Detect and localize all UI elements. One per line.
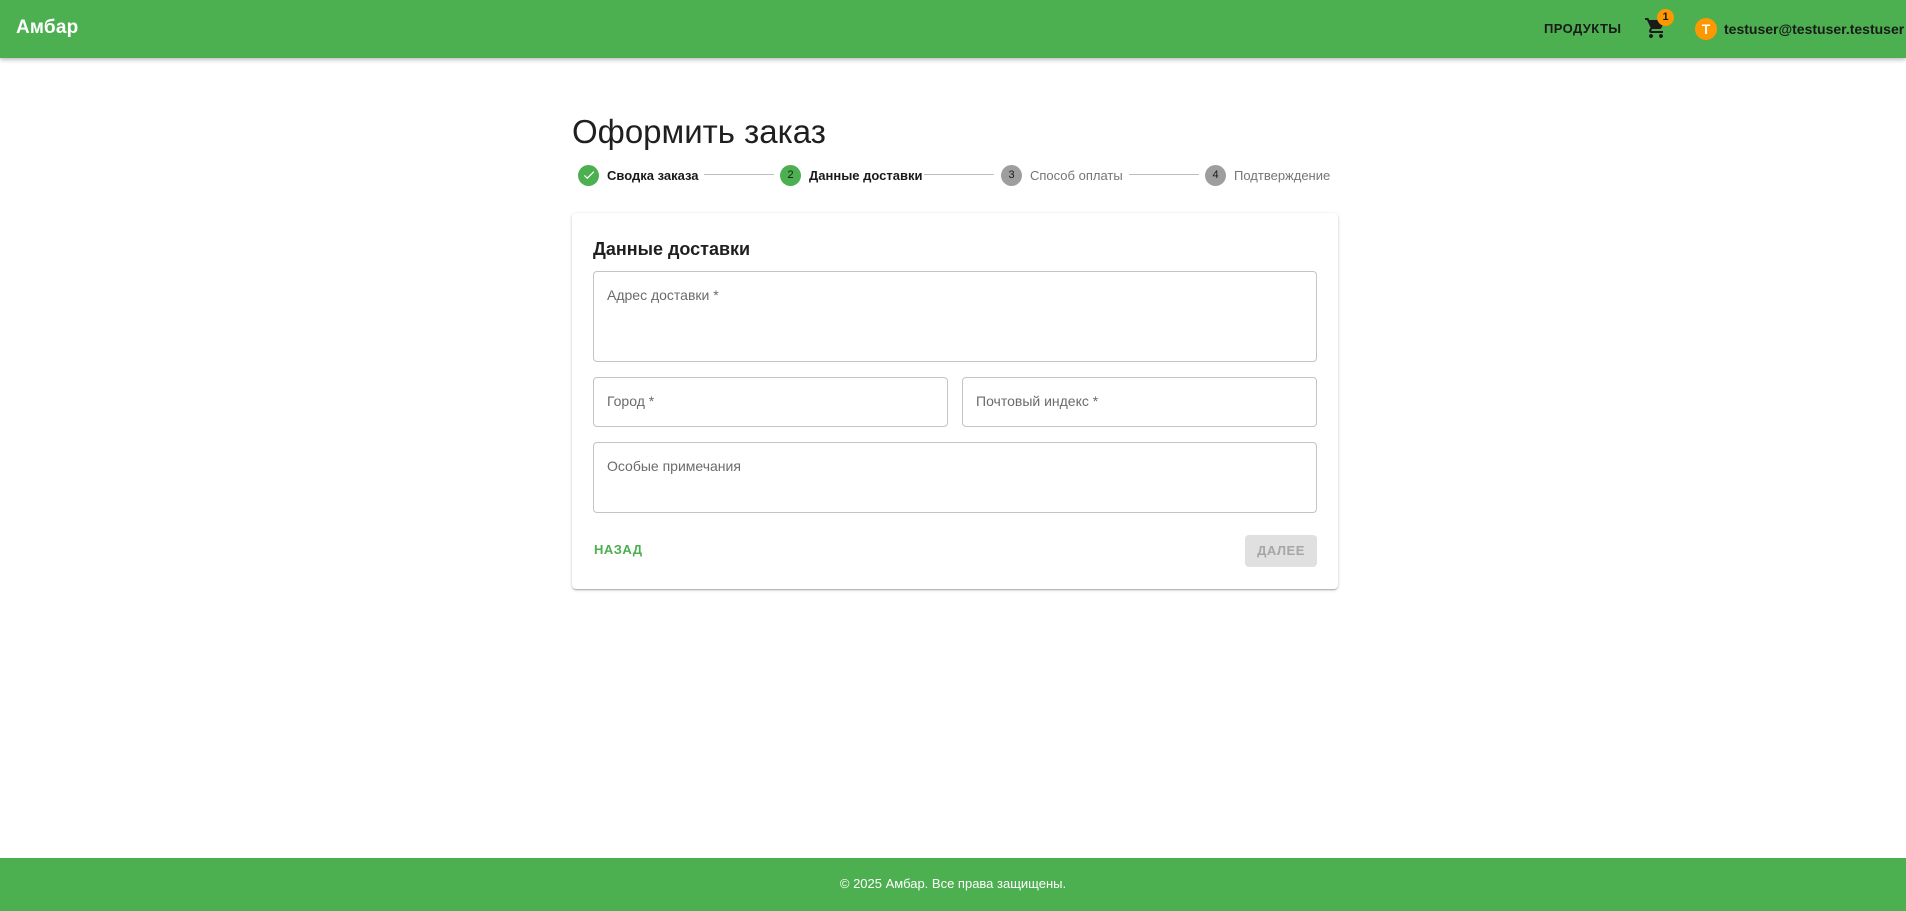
step-confirmation: 4 Подтверждение: [1205, 164, 1330, 186]
user-email: testuser@testuser.testuser: [1724, 21, 1905, 37]
step-number-circle: 4: [1205, 164, 1226, 186]
checkout-stepper: Сводка заказа 2 Данные доставки 3 Способ…: [578, 164, 1332, 186]
city-label: Город *: [607, 393, 655, 409]
check-icon: [583, 171, 594, 180]
footer-copyright: © 2025 Амбар. Все права защищены.: [839, 876, 1067, 891]
avatar: T: [1695, 18, 1717, 40]
user-menu[interactable]: T testuser@testuser.testuser: [1695, 17, 1904, 41]
back-button[interactable]: НАЗАД: [586, 535, 651, 565]
step-order-summary: Сводка заказа: [578, 164, 699, 186]
step-delivery-details: 2 Данные доставки: [780, 164, 922, 186]
step-number-circle: 3: [1001, 164, 1022, 186]
postal-code-field[interactable]: Почтовый индекс *: [962, 377, 1317, 427]
nav-products-link[interactable]: ПРОДУКТЫ: [1544, 21, 1621, 36]
step-connector: [924, 174, 994, 175]
step-label: Данные доставки: [809, 167, 923, 183]
step-label: Сводка заказа: [607, 167, 699, 183]
brand-logo[interactable]: Амбар: [16, 17, 78, 39]
delivery-address-field[interactable]: Адрес доставки *: [593, 271, 1317, 362]
page-title: Оформить заказ: [572, 113, 826, 150]
city-field[interactable]: Город *: [593, 377, 948, 427]
step-label: Способ оплаты: [1030, 167, 1123, 183]
next-button[interactable]: ДАЛЕЕ: [1245, 535, 1317, 567]
postal-code-label: Почтовый индекс *: [976, 393, 1099, 409]
top-app-bar: Амбар ПРОДУКТЫ 1 T testuser@testuser.tes…: [0, 0, 1906, 58]
footer: © 2025 Амбар. Все права защищены.: [0, 858, 1906, 911]
special-notes-label: Особые примечания: [607, 458, 741, 474]
special-notes-field[interactable]: Особые примечания: [593, 442, 1317, 513]
delivery-address-label: Адрес доставки *: [607, 287, 719, 303]
step-connector: [1129, 174, 1199, 175]
app-root: Амбар ПРОДУКТЫ 1 T testuser@testuser.tes…: [0, 0, 1906, 911]
step-payment-method: 3 Способ оплаты: [1001, 164, 1123, 186]
step-label: Подтверждение: [1234, 167, 1331, 183]
step-completed-circle: [578, 164, 599, 186]
delivery-form-card: Данные доставки Адрес доставки * Город *…: [572, 213, 1338, 589]
step-connector: [704, 174, 774, 175]
step-number-circle: 2: [780, 164, 801, 186]
cart-count-badge: 1: [1657, 9, 1674, 26]
form-title: Данные доставки: [593, 239, 751, 259]
